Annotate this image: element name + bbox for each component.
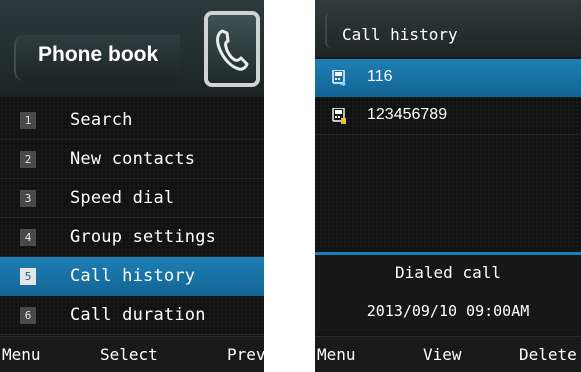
page-title: Phone book bbox=[38, 43, 159, 66]
phonebook-menu: 1 Search 2 New contacts 3 Speed dial 4 G… bbox=[0, 101, 264, 335]
view-softkey[interactable]: View bbox=[423, 345, 462, 364]
received-call-icon bbox=[332, 108, 346, 124]
menu-item-label: Call duration bbox=[70, 305, 206, 325]
select-softkey[interactable]: Select bbox=[100, 345, 158, 364]
prev-softkey[interactable]: Prev bbox=[227, 345, 264, 364]
menu-number: 2 bbox=[20, 151, 36, 168]
call-history-list: 116 123456789 bbox=[315, 59, 581, 135]
menu-item-label: Group settings bbox=[70, 227, 217, 247]
menu-item-group-settings[interactable]: 4 Group settings bbox=[0, 218, 264, 257]
menu-item-label: New contacts bbox=[70, 149, 196, 169]
phone-number: 116 bbox=[367, 68, 393, 85]
menu-number: 1 bbox=[20, 112, 36, 129]
menu-item-label: Search bbox=[70, 110, 133, 130]
list-item[interactable]: 123456789 bbox=[315, 97, 581, 135]
softkey-bar: Menu View Delete bbox=[315, 336, 581, 372]
menu-item-new-contacts[interactable]: 2 New contacts bbox=[0, 140, 264, 179]
list-item[interactable]: 116 bbox=[315, 59, 581, 97]
menu-number: 5 bbox=[20, 268, 36, 285]
menu-number: 6 bbox=[20, 307, 36, 324]
phonebook-screen: Phone book 1 Search 2 New contacts 3 Spe… bbox=[0, 0, 264, 372]
menu-softkey[interactable]: Menu bbox=[2, 345, 41, 364]
menu-item-call-history[interactable]: 5 Call history bbox=[0, 257, 264, 296]
menu-softkey[interactable]: Menu bbox=[317, 345, 356, 364]
menu-number: 3 bbox=[20, 190, 36, 207]
call-history-screen: Call history 116 123456789 Dialed call 2… bbox=[315, 0, 581, 372]
phonebook-header: Phone book bbox=[0, 0, 264, 97]
menu-item-speed-dial[interactable]: 3 Speed dial bbox=[0, 179, 264, 218]
call-datetime: 2013/09/10 09:00AM bbox=[366, 302, 530, 320]
delete-softkey[interactable]: Delete bbox=[519, 345, 577, 364]
call-type: Dialed call bbox=[395, 263, 501, 282]
call-history-header: Call history bbox=[315, 0, 581, 57]
call-detail-panel: Dialed call 2013/09/10 09:00AM bbox=[315, 252, 581, 332]
menu-item-label: Speed dial bbox=[70, 188, 175, 208]
menu-item-call-duration[interactable]: 6 Call duration bbox=[0, 296, 264, 335]
menu-item-search[interactable]: 1 Search bbox=[0, 101, 264, 140]
phone-number: 123456789 bbox=[367, 106, 448, 123]
dialed-call-icon bbox=[332, 70, 346, 86]
page-title: Call history bbox=[342, 25, 458, 44]
menu-number: 4 bbox=[20, 229, 36, 246]
phone-handset-icon bbox=[204, 11, 260, 87]
softkey-bar: Menu Select Prev bbox=[0, 336, 264, 372]
menu-item-label: Call history bbox=[70, 266, 196, 286]
